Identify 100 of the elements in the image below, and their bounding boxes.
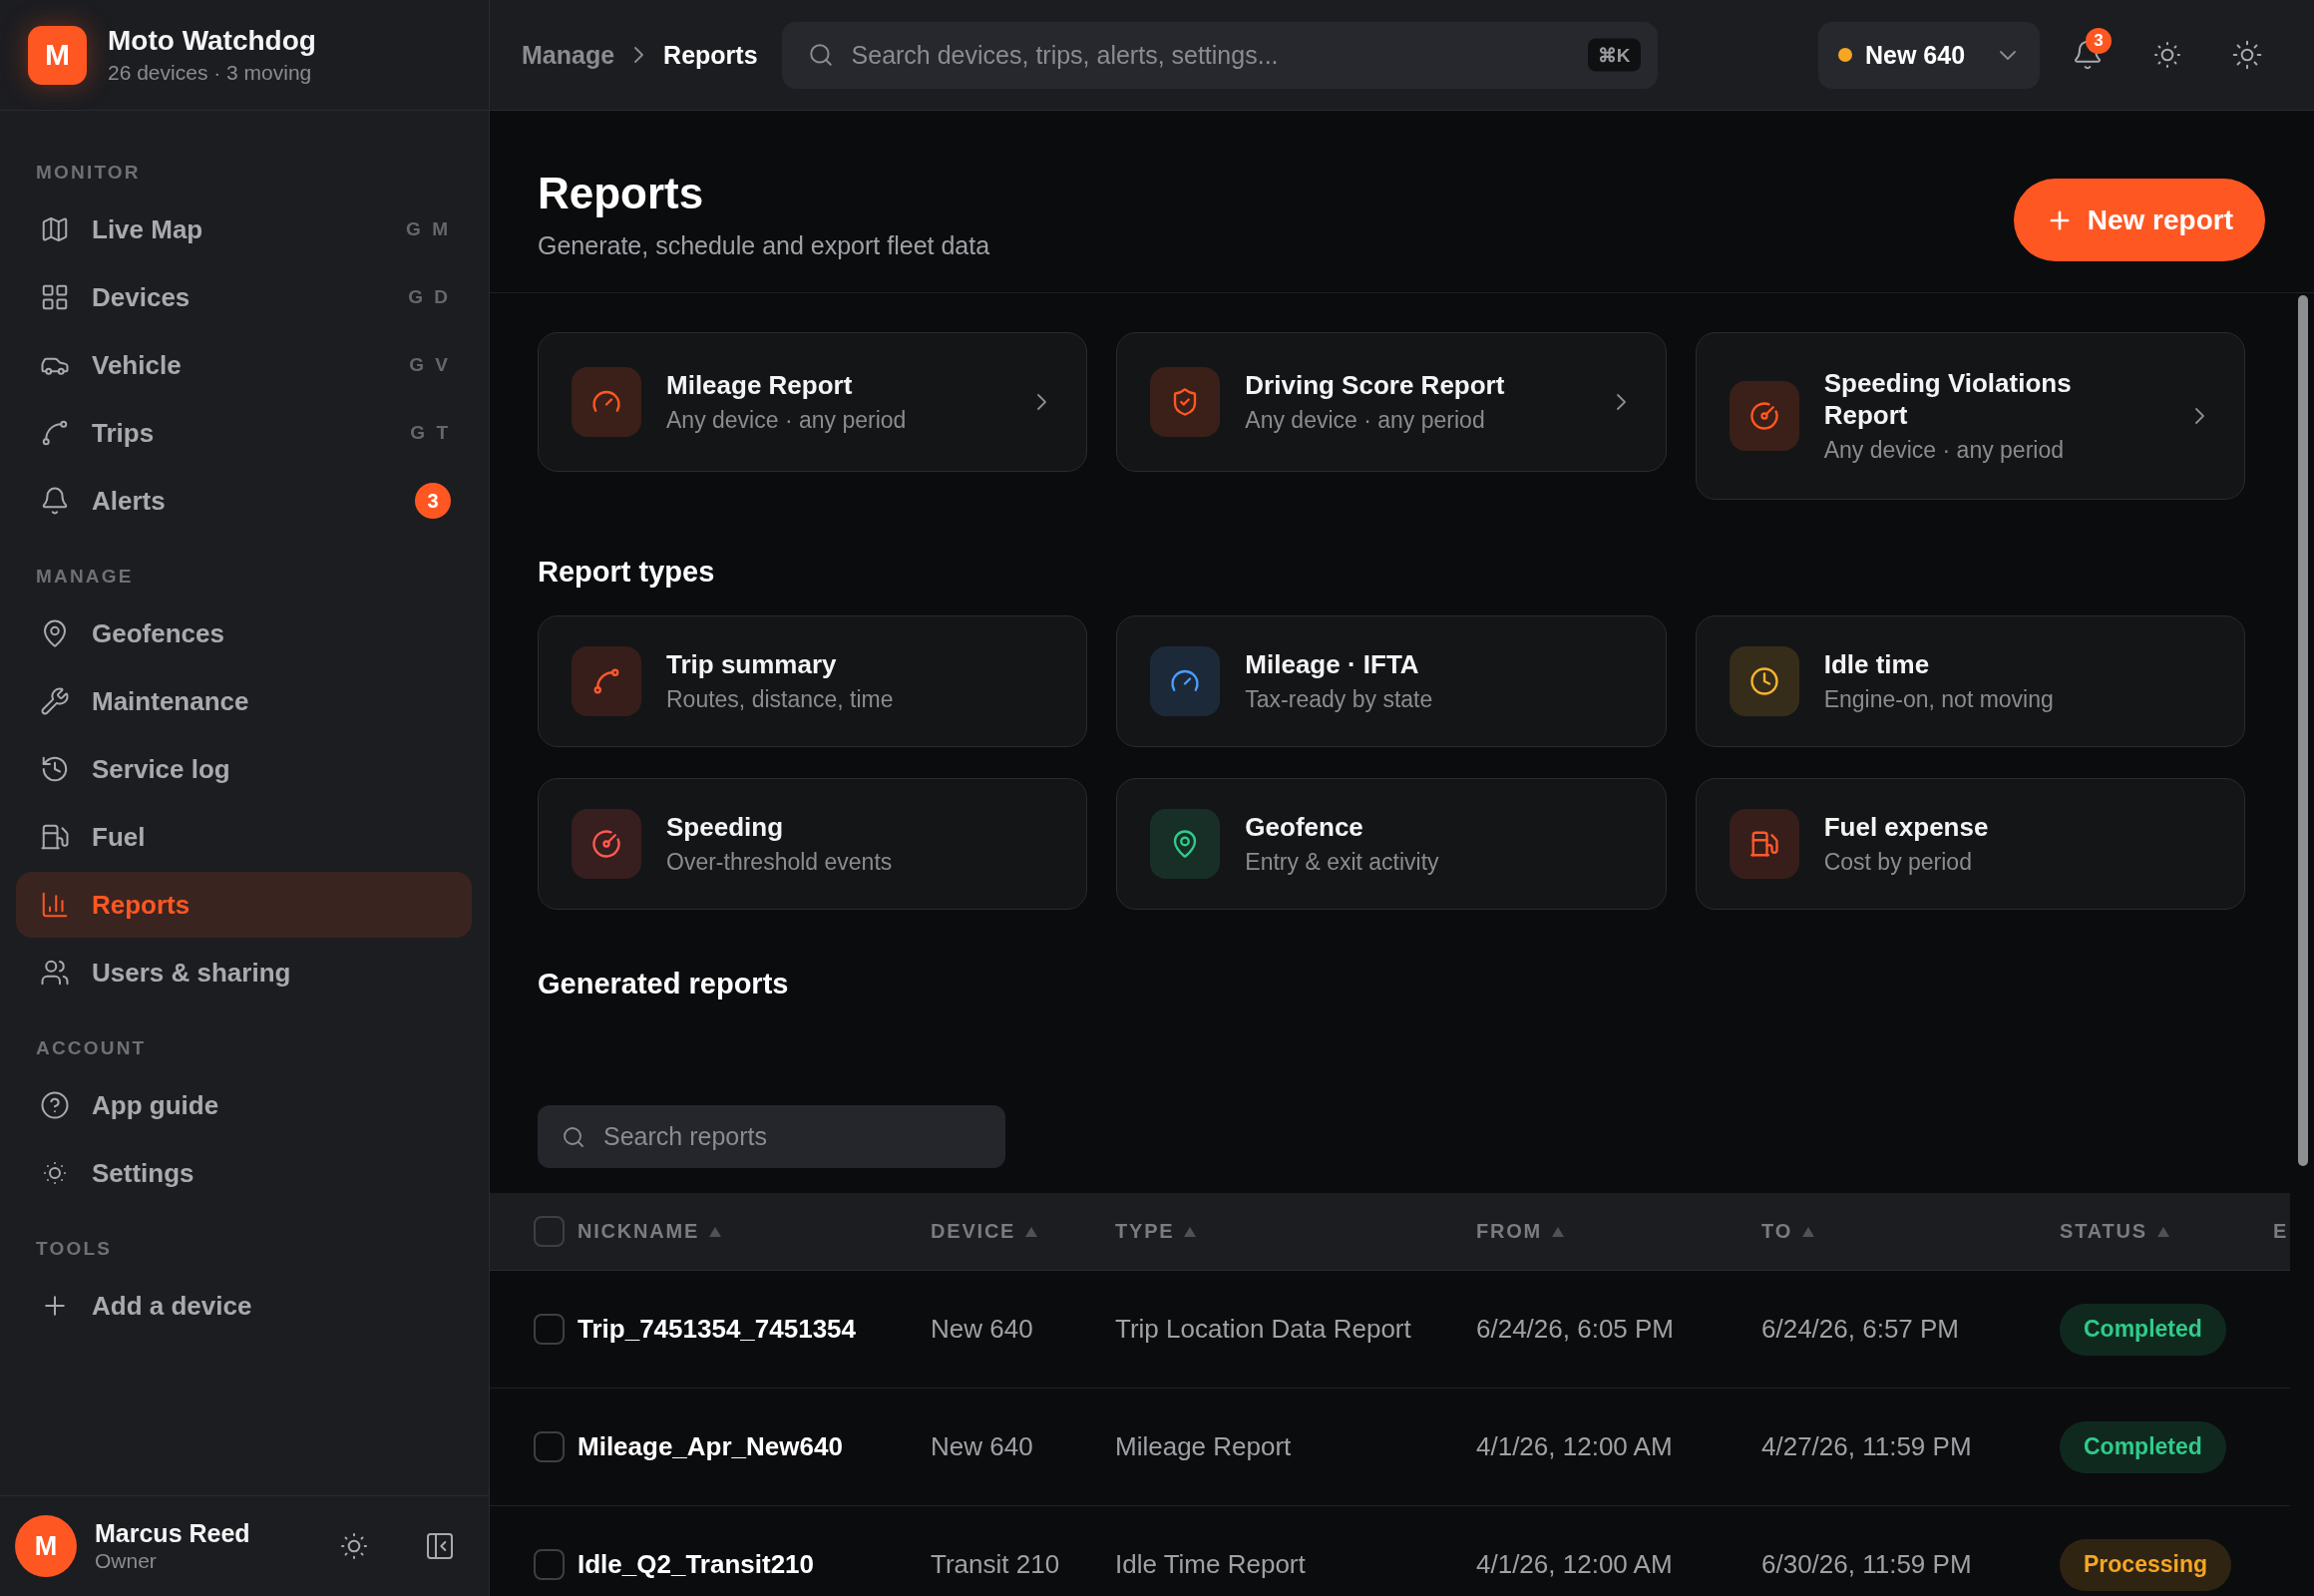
card-subtitle: Routes, distance, time [666,685,895,714]
table-cell: 6/30/26, 11:59 PM [1761,1549,1972,1580]
history-icon [40,754,70,784]
card-subtitle: Tax-ready by state [1245,685,1434,714]
panel-icon[interactable] [424,1530,456,1562]
sidebar-item[interactable]: Service log [16,736,472,802]
table-cell: 4/1/26, 12:00 AM [1476,1549,1673,1580]
table-cell: 4/1/26, 12:00 AM [1476,1431,1673,1462]
sort-arrow-icon [1552,1226,1565,1237]
chevron-down-icon [2000,50,2016,60]
sidebar-item[interactable]: Settings [16,1140,472,1206]
sort-arrow-icon [2156,1226,2169,1237]
notification-badge: 3 [2086,28,2112,54]
status-badge: Completed [2060,1420,2226,1473]
sidebar-item[interactable]: Users & sharing [16,940,472,1005]
sidebar-item[interactable]: Reports [16,872,472,938]
card-subtitle: Engine-on, not moving [1823,685,2055,714]
column-header[interactable]: E [2273,1220,2289,1243]
sidebar-item[interactable]: Trips G T [16,400,472,466]
column-header[interactable]: DEVICE [931,1220,1038,1243]
grid-icon [40,282,70,312]
gauge-icon [1729,381,1799,451]
report-shortcut-card[interactable]: Driving Score Report Any device · any period [1116,332,1667,472]
card-subtitle: Cost by period [1823,848,1973,877]
sidebar-item[interactable]: App guide [16,1072,472,1138]
card-title: Mileage Report [666,369,854,401]
search-icon [562,1124,585,1149]
card-title: Geofence [1245,811,1364,843]
sidebar-item[interactable]: Maintenance [16,668,472,734]
report-type-card[interactable]: Idle time Engine-on, not moving [1695,615,2245,747]
card-title: Idle time [1823,648,1931,680]
bar-chart-icon [40,890,70,920]
card-title: Speeding [666,811,784,843]
table-cell: Mileage_Apr_New640 [578,1431,843,1462]
report-type-card[interactable]: Trip summary Routes, distance, time [538,615,1088,747]
card-subtitle: Any device · any period [1245,406,1486,435]
section-label: TOOLS [35,1237,113,1261]
card-subtitle: Entry & exit activity [1245,848,1440,877]
sidebar-item[interactable]: Live Map G M [16,197,472,262]
shortcut-hint: G D [408,286,451,308]
section-label: MONITOR [35,161,141,185]
section-heading: Report types [538,555,715,590]
card-title: Trip summary [666,648,838,680]
sidebar-item[interactable]: Add a device [16,1273,472,1339]
shortcut-hint: G T [410,422,451,444]
sidebar-item[interactable]: Fuel [16,804,472,870]
report-type-card[interactable]: Speeding Over-threshold events [538,778,1088,910]
gauge-icon [572,367,641,437]
section-heading: Generated reports [538,967,789,1001]
sidebar-item[interactable]: Devices G D [16,264,472,330]
sidebar-item[interactable]: Geofences [16,600,472,666]
count-badge: 3 [415,483,451,519]
report-shortcut-card[interactable]: Mileage Report Any device · any period [538,332,1088,472]
keyboard-shortcut-hint: ⌘K [1587,38,1641,72]
chevron-right-icon [1616,394,1626,410]
breadcrumb-item[interactable]: Manage [522,40,615,70]
sort-arrow-icon [1184,1226,1197,1237]
wrench-icon [40,686,70,716]
select-all-checkbox[interactable] [534,1216,565,1247]
app-name: Moto Watchdog [108,24,316,58]
table-cell: New 640 [931,1431,1033,1462]
shield-check-icon [1150,367,1221,437]
search-field[interactable]: Search reports [538,1105,1005,1168]
sun-icon[interactable] [2231,39,2263,71]
section-label: MANAGE [35,565,134,589]
column-header[interactable]: TO [1761,1220,1814,1243]
row-checkbox[interactable] [534,1314,565,1345]
report-shortcut-card[interactable]: Speeding Violations Report Any device · any period [1695,332,2245,500]
shortcut-hint: G M [406,218,451,240]
table-cell: Idle Time Report [1115,1549,1306,1580]
card-subtitle: Over-threshold events [666,848,894,877]
route-icon [40,418,70,448]
fuel-pump-icon [40,822,70,852]
sun-icon[interactable] [2151,39,2183,71]
sidebar-item[interactable]: Vehicle G V [16,332,472,398]
map-icon [40,214,70,244]
status-badge: Completed [2060,1303,2226,1356]
scrollbar-thumb[interactable] [2298,295,2308,1166]
card-title: Mileage · IFTA [1245,648,1420,680]
report-type-card[interactable]: Fuel expense Cost by period [1695,778,2245,910]
table-cell: Mileage Report [1115,1431,1292,1462]
help-icon [40,1090,70,1120]
table-cell: Transit 210 [931,1549,1060,1580]
report-type-card[interactable]: Geofence Entry & exit activity [1116,778,1667,910]
row-checkbox[interactable] [534,1549,565,1580]
column-header[interactable]: TYPE [1115,1220,1197,1243]
breadcrumb-item: Reports [663,40,758,70]
column-header[interactable]: NICKNAME [578,1220,722,1243]
card-subtitle: Any device · any period [666,406,908,435]
card-title: Fuel expense [1823,811,1990,843]
chevron-right-icon [1037,394,1047,410]
column-header[interactable]: FROM [1476,1220,1565,1243]
sun-icon[interactable] [338,1530,370,1562]
sidebar-item[interactable]: Alerts 3 [16,468,472,534]
report-type-card[interactable]: Mileage · IFTA Tax-ready by state [1116,615,1667,747]
bell-icon [40,486,70,516]
search-icon [807,42,834,68]
row-checkbox[interactable] [534,1431,565,1462]
column-header[interactable]: STATUS [2060,1220,2169,1243]
device-selector[interactable]: New 640 [1818,21,2040,89]
